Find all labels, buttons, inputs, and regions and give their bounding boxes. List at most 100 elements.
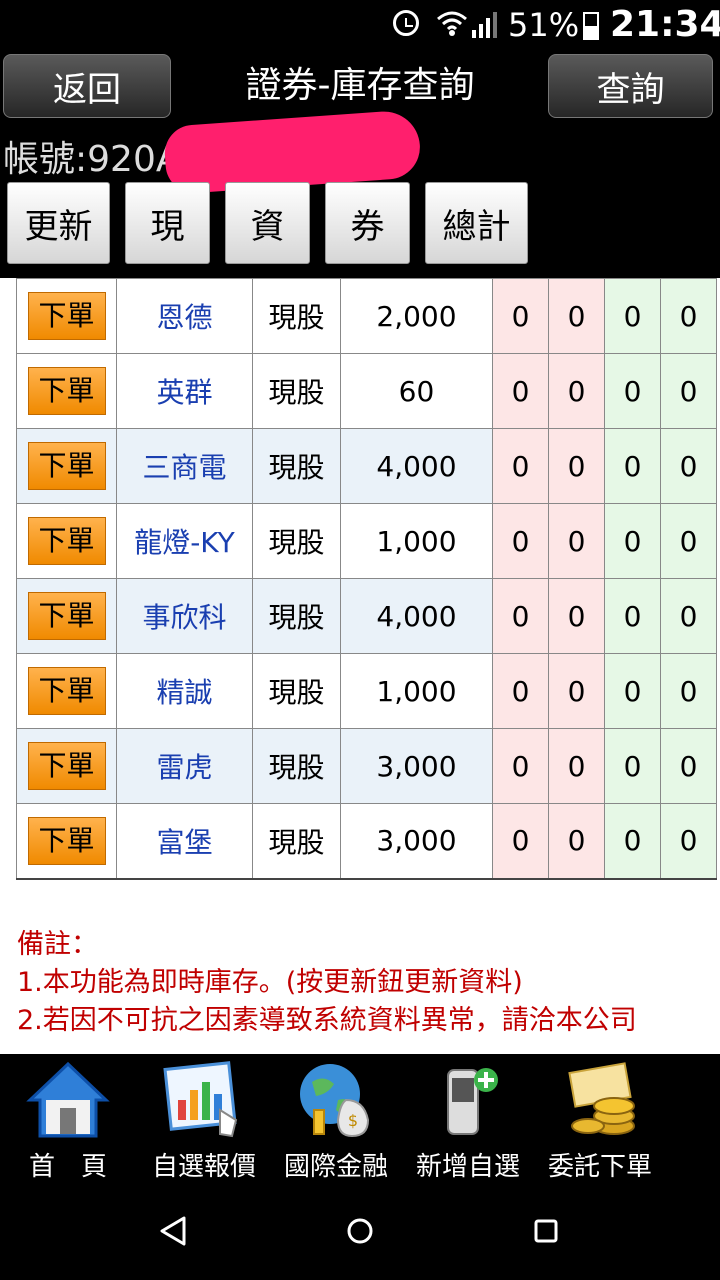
nav-place-order[interactable]: 委託下單: [534, 1054, 666, 1182]
table-row: 下單 事欣科 現股 4,000 0 0 0 0: [16, 578, 717, 654]
order-button[interactable]: 下單: [27, 816, 106, 865]
nav-home[interactable]: 首 頁: [2, 1054, 134, 1182]
quantity: 3,000: [340, 728, 493, 804]
position-type: 現股: [252, 653, 341, 729]
stock-name[interactable]: 精誠: [116, 653, 253, 729]
nav-add-watchlist[interactable]: 新增自選: [402, 1054, 534, 1182]
value-cell: 0: [548, 803, 605, 880]
phone-add-icon: [447, 1068, 498, 1135]
order-button[interactable]: 下單: [27, 367, 106, 415]
value-cell: 0: [492, 503, 549, 579]
notes: 備註： 1.本功能為即時庫存。(按更新鈕更新資料) 2.若因不可抗之因素導致系統…: [17, 926, 637, 1040]
value-cell: 0: [660, 278, 717, 354]
nav-watchlist-quotes-label: 自選報價: [151, 1152, 256, 1182]
battery-percent: 51%: [508, 6, 580, 44]
home-icon: [26, 1061, 110, 1138]
value-cell: 0: [660, 503, 717, 579]
quantity: 3,000: [340, 803, 493, 880]
system-nav-bar: [0, 1182, 720, 1280]
quantity: 2,000: [340, 278, 493, 354]
nav-home-label: 首 頁: [28, 1152, 107, 1182]
clock: 21:34: [610, 4, 720, 45]
order-button[interactable]: 下單: [27, 292, 106, 340]
table-row: 下單 三商電 現股 4,000 0 0 0 0: [16, 428, 717, 504]
stock-name[interactable]: 三商電: [116, 428, 253, 504]
value-cell: 0: [604, 503, 661, 579]
position-type: 現股: [252, 728, 341, 804]
query-button[interactable]: 查詢: [548, 54, 713, 118]
home-circle-icon[interactable]: [335, 1206, 385, 1256]
signal-icon: [472, 12, 497, 38]
position-type: 現股: [252, 278, 341, 354]
tab-short[interactable]: 券: [325, 182, 410, 264]
position-type: 現股: [252, 428, 341, 504]
order-button[interactable]: 下單: [27, 517, 106, 565]
tab-cash[interactable]: 現: [125, 182, 210, 264]
notes-line-1: 1.本功能為即時庫存。(按更新鈕更新資料): [17, 967, 523, 998]
bottom-nav: 首 頁 自選報價 $ 國際金融 新增自選 委託下單: [0, 1054, 720, 1182]
value-cell: 0: [660, 428, 717, 504]
back-triangle-icon[interactable]: [148, 1206, 198, 1256]
refresh-button[interactable]: 更新: [7, 182, 110, 264]
value-cell: 0: [492, 728, 549, 804]
value-cell: 0: [604, 353, 661, 429]
table-row: 下單 精誠 現股 1,000 0 0 0 0: [16, 653, 717, 729]
account-label: 帳號:: [3, 139, 88, 180]
alarm-icon: [393, 10, 419, 36]
inventory-table: 下單 恩德 現股 2,000 0 0 0 0 下單 英群 現股 60 0 0 0…: [16, 278, 717, 880]
nav-add-watchlist-label: 新增自選: [415, 1152, 520, 1182]
value-cell: 0: [604, 278, 661, 354]
svg-text:$: $: [348, 1111, 358, 1130]
quantity: 1,000: [340, 503, 493, 579]
nav-watchlist-quotes[interactable]: 自選報價: [138, 1054, 270, 1182]
value-cell: 0: [548, 653, 605, 729]
value-cell: 0: [604, 578, 661, 654]
nav-international-finance[interactable]: $ 國際金融: [270, 1054, 402, 1182]
value-cell: 0: [548, 728, 605, 804]
notes-line-2: 2.若因不可抗之因素導致系統資料異常，請洽本公司: [17, 1005, 637, 1036]
table-row: 下單 恩德 現股 2,000 0 0 0 0: [16, 278, 717, 354]
value-cell: 0: [492, 428, 549, 504]
battery-icon: [583, 12, 599, 40]
stock-name[interactable]: 雷虎: [116, 728, 253, 804]
value-cell: 0: [660, 803, 717, 880]
order-button[interactable]: 下單: [27, 442, 106, 490]
value-cell: 0: [660, 578, 717, 654]
inventory-content[interactable]: 下單 恩德 現股 2,000 0 0 0 0 下單 英群 現股 60 0 0 0…: [0, 278, 720, 1054]
position-type: 現股: [252, 353, 341, 429]
table-row: 下單 雷虎 現股 3,000 0 0 0 0: [16, 728, 717, 804]
back-button[interactable]: 返回: [3, 54, 171, 118]
value-cell: 0: [548, 428, 605, 504]
order-button[interactable]: 下單: [27, 742, 106, 790]
status-bar: 51% 21:34: [0, 0, 720, 50]
nav-international-finance-label: 國際金融: [283, 1152, 388, 1182]
position-type: 現股: [252, 503, 341, 579]
quantity: 1,000: [340, 653, 493, 729]
quantity: 60: [340, 353, 493, 429]
tab-total[interactable]: 總計: [425, 182, 528, 264]
position-type: 現股: [252, 803, 341, 880]
tab-margin[interactable]: 資: [225, 182, 310, 264]
value-cell: 0: [660, 353, 717, 429]
value-cell: 0: [548, 278, 605, 354]
recents-square-icon[interactable]: [521, 1206, 571, 1256]
stock-name[interactable]: 恩德: [116, 278, 253, 354]
table-row: 下單 富堡 現股 3,000 0 0 0 0: [16, 803, 717, 880]
value-cell: 0: [492, 803, 549, 880]
stock-name[interactable]: 英群: [116, 353, 253, 429]
stock-name[interactable]: 富堡: [116, 803, 253, 880]
value-cell: 0: [492, 653, 549, 729]
wifi-icon: [437, 11, 467, 36]
stock-name[interactable]: 事欣科: [116, 578, 253, 654]
position-type: 現股: [252, 578, 341, 654]
stock-name[interactable]: 龍燈-KY: [116, 503, 253, 579]
quantity: 4,000: [340, 578, 493, 654]
value-cell: 0: [548, 353, 605, 429]
value-cell: 0: [548, 578, 605, 654]
order-button[interactable]: 下單: [27, 667, 106, 715]
value-cell: 0: [604, 428, 661, 504]
value-cell: 0: [660, 728, 717, 804]
table-row: 下單 龍燈-KY 現股 1,000 0 0 0 0: [16, 503, 717, 579]
order-button[interactable]: 下單: [27, 592, 106, 640]
notes-title: 備註：: [17, 929, 98, 960]
